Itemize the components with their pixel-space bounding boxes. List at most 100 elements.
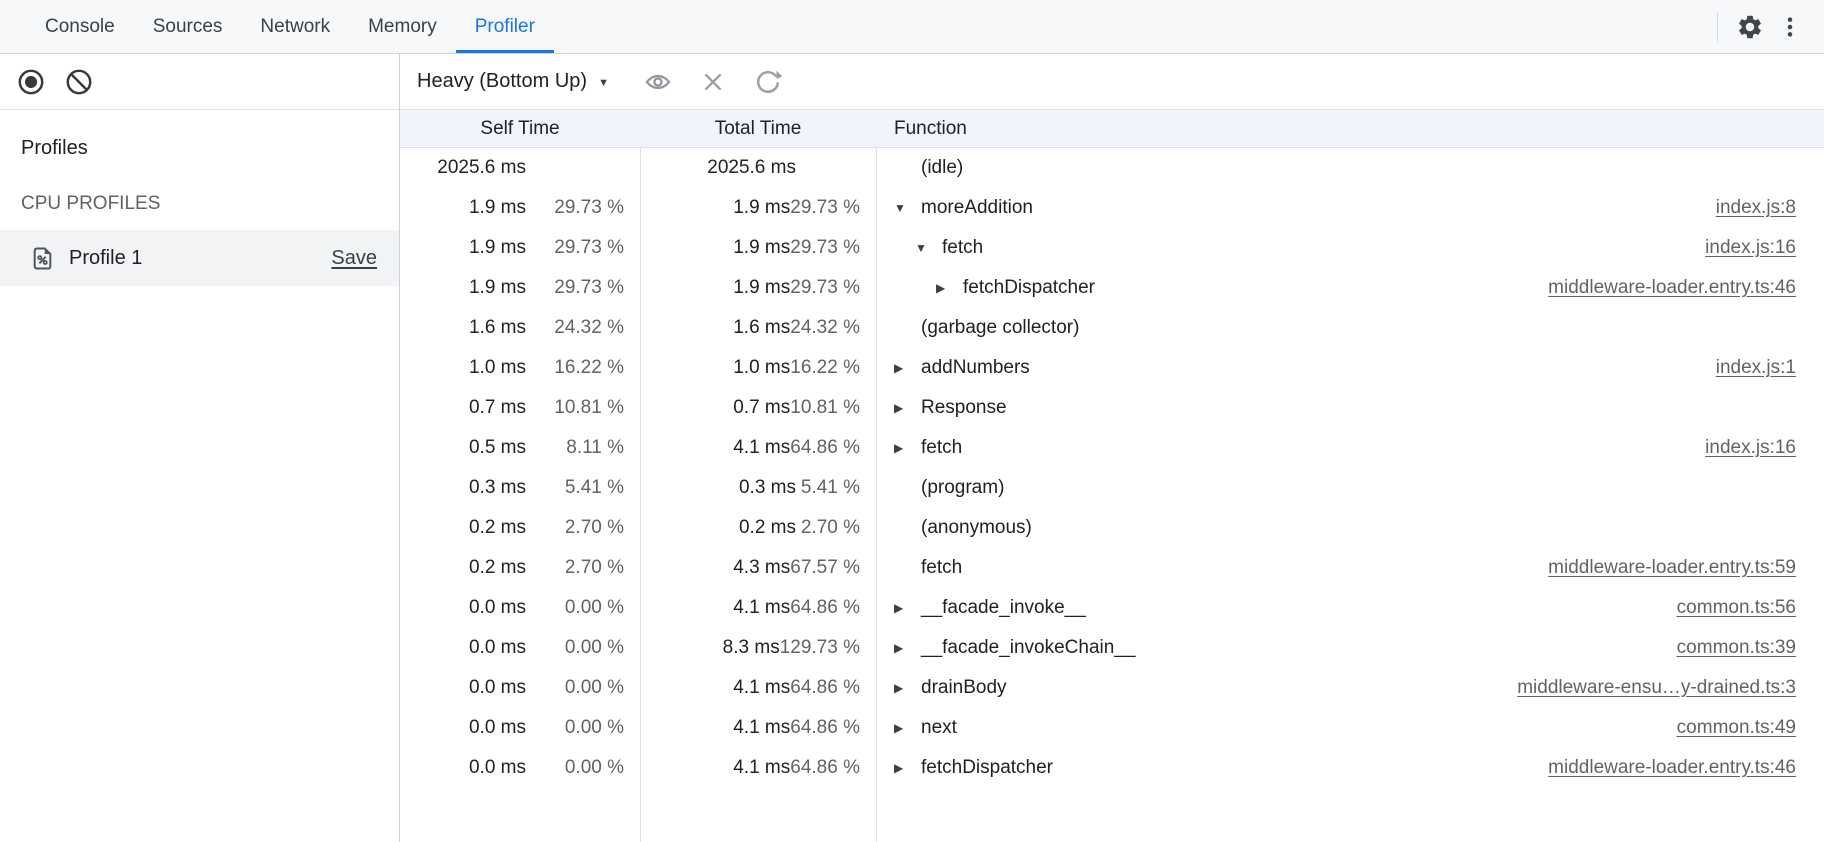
total-time-ms: 4.1 ms [644, 677, 790, 699]
chevron-down-icon: ▼ [598, 77, 609, 89]
save-profile-link[interactable]: Save [331, 247, 377, 270]
more-options-button[interactable] [1770, 7, 1810, 47]
profiler-main-panel: Heavy (Bottom Up) ▼ [400, 54, 1824, 842]
tab-network[interactable]: Network [241, 0, 349, 53]
table-row[interactable]: 0.0 ms0.00 %4.1 ms64.86 %▶__facade_invok… [400, 588, 1824, 628]
total-time-percent: 16.22 % [790, 357, 876, 379]
eye-icon [643, 67, 673, 97]
function-cell: ▶fetchDispatcher middleware-loader.entry.… [876, 268, 1824, 308]
tab-console[interactable]: Console [26, 0, 134, 53]
settings-button[interactable] [1730, 7, 1770, 47]
total-time-ms: 2025.6 ms [644, 157, 796, 179]
view-mode-dropdown[interactable]: Heavy (Bottom Up) ▼ [417, 70, 609, 93]
source-link[interactable]: index.js:8 [1716, 197, 1796, 219]
sidebar-toolbar [0, 54, 399, 110]
tab-sources[interactable]: Sources [134, 0, 242, 53]
source-link[interactable]: middleware-loader.entry.ts:59 [1548, 557, 1796, 579]
total-time-cell: 2025.6 ms [640, 148, 876, 188]
expander-collapsed-icon[interactable]: ▶ [894, 721, 921, 735]
source-link[interactable]: common.ts:39 [1677, 637, 1796, 659]
restore-all-button[interactable] [753, 67, 783, 97]
source-link[interactable]: index.js:1 [1716, 357, 1796, 379]
function-name: fetchDispatcher [963, 277, 1095, 299]
self-time-cell: 0.0 ms0.00 % [400, 668, 640, 708]
self-time-cell: 2025.6 ms [400, 148, 640, 188]
table-row[interactable]: 2025.6 ms2025.6 ms (idle) [400, 148, 1824, 188]
column-header-function[interactable]: Function [876, 110, 1824, 147]
exclude-selected-button[interactable] [699, 68, 727, 96]
function-cell: ▶nextcommon.ts:49 [876, 708, 1824, 748]
expander-expanded-icon[interactable]: ▼ [894, 201, 921, 215]
table-row[interactable]: 0.0 ms0.00 %4.1 ms64.86 %▶fetchDispatche… [400, 748, 1824, 788]
function-name: Response [921, 397, 1007, 419]
expander-collapsed-icon[interactable]: ▶ [936, 281, 963, 295]
expander-collapsed-icon[interactable]: ▶ [894, 401, 921, 415]
total-time-percent: 64.86 % [790, 437, 876, 459]
function-cell: ▶drainBodymiddleware-ensu…y-drained.ts:3 [876, 668, 1824, 708]
total-time-percent: 29.73 % [790, 277, 876, 299]
source-link[interactable]: middleware-loader.entry.ts:46 [1548, 277, 1796, 299]
table-row[interactable]: 1.9 ms29.73 %1.9 ms29.73 %▶fetchDispatch… [400, 268, 1824, 308]
table-row[interactable]: 0.0 ms0.00 %4.1 ms64.86 %▶drainBodymiddl… [400, 668, 1824, 708]
self-time-ms: 1.0 ms [408, 357, 526, 379]
function-cell: fetchmiddleware-loader.entry.ts:59 [876, 548, 1824, 588]
self-time-ms: 0.2 ms [408, 517, 526, 539]
self-time-percent: 2.70 % [526, 517, 640, 539]
source-link[interactable]: index.js:16 [1705, 437, 1796, 459]
gear-icon [1736, 13, 1764, 41]
total-time-percent: 64.86 % [790, 677, 876, 699]
expander-collapsed-icon[interactable]: ▶ [894, 761, 921, 775]
record-icon [17, 68, 45, 96]
source-link[interactable]: middleware-loader.entry.ts:46 [1548, 757, 1796, 779]
sidebar-item-profile-1[interactable]: Profile 1 Save [0, 230, 399, 286]
total-time-percent: 67.57 % [790, 557, 876, 579]
clear-profiles-button[interactable] [65, 68, 93, 96]
total-time-percent: 129.73 % [780, 637, 876, 659]
total-time-cell: 4.1 ms64.86 % [640, 668, 876, 708]
table-row[interactable]: 0.0 ms0.00 %8.3 ms129.73 %▶__facade_invo… [400, 628, 1824, 668]
total-time-percent: 64.86 % [790, 597, 876, 619]
source-link[interactable]: common.ts:56 [1677, 597, 1796, 619]
focus-selected-button[interactable] [643, 67, 673, 97]
expander-collapsed-icon[interactable]: ▶ [894, 681, 921, 695]
function-cell: ▼fetchindex.js:16 [876, 228, 1824, 268]
expander-collapsed-icon[interactable]: ▶ [894, 441, 921, 455]
table-row[interactable]: 0.2 ms2.70 %0.2 ms2.70 %(anonymous) [400, 508, 1824, 548]
table-row[interactable]: 1.9 ms29.73 %1.9 ms29.73 %▼moreAdditioni… [400, 188, 1824, 228]
self-time-ms: 0.0 ms [408, 637, 526, 659]
source-link[interactable]: index.js:16 [1705, 237, 1796, 259]
profile-data-grid: Self Time Total Time Function 2025.6 ms2… [400, 110, 1824, 842]
table-row[interactable]: 0.3 ms5.41 %0.3 ms5.41 %(program) [400, 468, 1824, 508]
record-profile-button[interactable] [17, 68, 45, 96]
table-row[interactable]: 0.7 ms10.81 %0.7 ms10.81 %▶Response [400, 388, 1824, 428]
source-link[interactable]: common.ts:49 [1677, 717, 1796, 739]
self-time-ms: 1.9 ms [408, 277, 526, 299]
tab-profiler[interactable]: Profiler [456, 0, 554, 53]
table-row[interactable]: 0.2 ms2.70 %4.3 ms67.57 %fetchmiddleware… [400, 548, 1824, 588]
source-link[interactable]: middleware-ensu…y-drained.ts:3 [1517, 677, 1796, 699]
column-header-total-time[interactable]: Total Time [640, 110, 876, 147]
expander-collapsed-icon[interactable]: ▶ [894, 361, 921, 375]
expander-collapsed-icon[interactable]: ▶ [894, 601, 921, 615]
table-row[interactable]: 1.9 ms29.73 %1.9 ms29.73 %▼fetchindex.js… [400, 228, 1824, 268]
profiles-heading: Profiles [0, 110, 399, 160]
total-time-ms: 0.2 ms [644, 517, 796, 539]
total-time-ms: 0.3 ms [644, 477, 796, 499]
self-time-cell: 0.5 ms8.11 % [400, 428, 640, 468]
total-time-ms: 1.6 ms [644, 317, 790, 339]
total-time-cell: 4.1 ms64.86 % [640, 708, 876, 748]
table-row[interactable]: 0.0 ms0.00 %4.1 ms64.86 %▶nextcommon.ts:… [400, 708, 1824, 748]
function-name: (idle) [921, 157, 963, 179]
total-time-cell: 0.7 ms10.81 % [640, 388, 876, 428]
column-header-self-time[interactable]: Self Time [400, 110, 640, 147]
table-row[interactable]: 1.6 ms24.32 %1.6 ms24.32 %(garbage colle… [400, 308, 1824, 348]
tab-memory[interactable]: Memory [349, 0, 456, 53]
refresh-icon [754, 68, 782, 96]
total-time-cell: 1.9 ms29.73 % [640, 228, 876, 268]
total-time-percent: 10.81 % [790, 397, 876, 419]
expander-collapsed-icon[interactable]: ▶ [894, 641, 921, 655]
table-row[interactable]: 0.5 ms8.11 %4.1 ms64.86 %▶fetchindex.js:… [400, 428, 1824, 468]
expander-expanded-icon[interactable]: ▼ [915, 241, 942, 255]
total-time-cell: 1.6 ms24.32 % [640, 308, 876, 348]
table-row[interactable]: 1.0 ms16.22 %1.0 ms16.22 %▶addNumbersind… [400, 348, 1824, 388]
